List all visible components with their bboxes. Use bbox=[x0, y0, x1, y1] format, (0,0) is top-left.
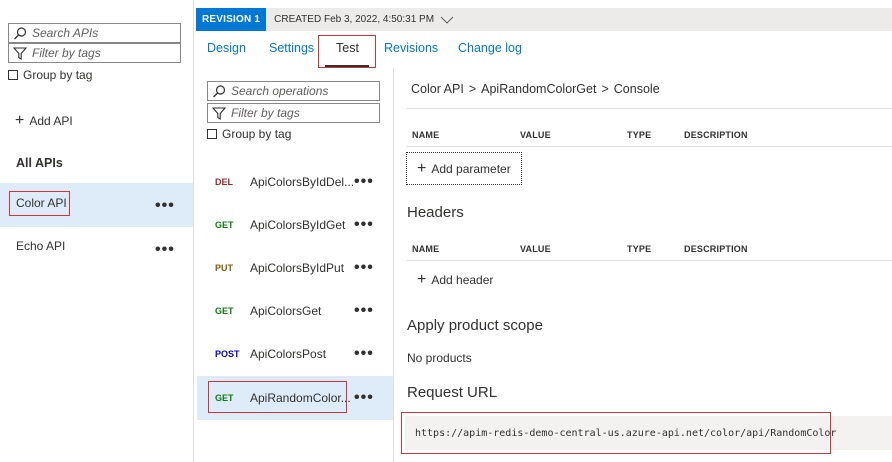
filter-icon bbox=[212, 106, 226, 120]
operation-name: ApiColorsPost bbox=[250, 347, 327, 361]
operation-item[interactable]: POST ApiColorsPost ••• bbox=[197, 332, 393, 376]
revision-created-text: CREATED Feb 3, 2022, 4:50:31 PM bbox=[274, 14, 435, 25]
group-by-tag-label: Group by tag bbox=[23, 68, 93, 82]
divider bbox=[407, 108, 892, 109]
divider bbox=[407, 260, 892, 261]
operation-name: ApiColorsByIdGet bbox=[250, 218, 346, 232]
more-icon[interactable]: ••• bbox=[354, 346, 374, 362]
tab-revisions[interactable]: Revisions bbox=[384, 41, 438, 55]
request-url-title: Request URL bbox=[407, 384, 498, 401]
more-icon[interactable]: ••• bbox=[354, 303, 374, 319]
column-header-value: VALUE bbox=[520, 244, 551, 254]
api-item-label: Color API bbox=[16, 196, 67, 210]
operation-item[interactable]: DEL ApiColorsByIdDel... ••• bbox=[197, 160, 393, 204]
filter-tags-placeholder: Filter by tags bbox=[231, 106, 300, 120]
breadcrumb: Color API > ApiRandomColorGet > Console bbox=[411, 82, 660, 96]
filter-icon bbox=[13, 46, 27, 60]
more-icon[interactable]: ••• bbox=[354, 217, 374, 233]
http-verb-badge: GET bbox=[215, 220, 234, 230]
api-item-label: Echo API bbox=[16, 239, 66, 253]
http-verb-badge: DEL bbox=[215, 177, 233, 187]
search-apis-placeholder: Search APIs bbox=[32, 26, 99, 40]
column-header-type: TYPE bbox=[627, 130, 652, 140]
plus-icon: + bbox=[417, 271, 427, 288]
breadcrumb-separator: > bbox=[468, 82, 477, 96]
tab-settings[interactable]: Settings bbox=[269, 41, 314, 55]
revision-bar[interactable]: REVISION 1 CREATED Feb 3, 2022, 4:50:31 … bbox=[196, 8, 892, 31]
plus-icon: + bbox=[15, 112, 25, 129]
add-parameter-label: Add parameter bbox=[431, 161, 511, 176]
search-apis-input[interactable]: Search APIs bbox=[8, 23, 181, 43]
divider bbox=[407, 146, 892, 147]
more-icon[interactable]: ••• bbox=[155, 198, 175, 214]
add-api-button[interactable]: + Add API bbox=[15, 113, 73, 129]
search-operations-placeholder: Search operations bbox=[231, 84, 329, 98]
operation-name: ApiColorsByIdDel... bbox=[250, 175, 355, 189]
tab-bar: Design Settings Test Revisions Change lo… bbox=[196, 33, 892, 67]
highlight-box bbox=[401, 412, 831, 454]
column-header-value: VALUE bbox=[520, 130, 551, 140]
revision-badge: REVISION 1 bbox=[196, 8, 267, 31]
add-header-label: Add header bbox=[431, 273, 494, 287]
column-header-name: NAME bbox=[412, 244, 440, 254]
api-list-panel: Search APIs Filter by tags Group by tag … bbox=[0, 0, 194, 462]
search-icon bbox=[14, 26, 27, 40]
column-header-name: NAME bbox=[412, 130, 440, 140]
operation-name: ApiColorsByIdPut bbox=[250, 261, 345, 275]
highlight-box bbox=[208, 381, 347, 413]
breadcrumb-separator: > bbox=[601, 82, 609, 96]
chevron-down-icon bbox=[440, 16, 454, 24]
operation-item[interactable]: GET ApiColorsByIdGet ••• bbox=[197, 203, 393, 247]
filter-tags-input[interactable]: Filter by tags bbox=[207, 103, 380, 123]
column-header-description: DESCRIPTION bbox=[684, 244, 748, 254]
http-verb-badge: PUT bbox=[215, 263, 233, 273]
filter-tags-placeholder: Filter by tags bbox=[32, 46, 101, 60]
revision-created[interactable]: CREATED Feb 3, 2022, 4:50:31 PM bbox=[274, 14, 454, 25]
http-verb-badge: GET bbox=[215, 306, 234, 316]
group-by-tag-label: Group by tag bbox=[222, 127, 292, 141]
checkbox-box[interactable] bbox=[207, 129, 217, 139]
tab-change-log[interactable]: Change log bbox=[458, 41, 522, 55]
test-console: Color API > ApiRandomColorGet > Console NAME… bbox=[395, 68, 892, 462]
checkbox-box[interactable] bbox=[8, 70, 18, 80]
breadcrumb-item[interactable]: Color API bbox=[411, 82, 464, 96]
operation-item[interactable]: PUT ApiColorsByIdPut ••• bbox=[197, 246, 393, 290]
more-icon[interactable]: ••• bbox=[354, 174, 374, 190]
operations-panel: Search operations Filter by tags Group b… bbox=[197, 68, 394, 462]
column-header-description: DESCRIPTION bbox=[684, 130, 748, 140]
more-icon[interactable]: ••• bbox=[354, 260, 374, 276]
http-verb-badge: POST bbox=[215, 349, 240, 359]
headers-title: Headers bbox=[407, 204, 464, 221]
operation-name: ApiColorsGet bbox=[250, 304, 322, 318]
plus-icon: + bbox=[417, 159, 427, 177]
no-products-text: No products bbox=[407, 351, 472, 365]
product-scope-title: Apply product scope bbox=[407, 317, 543, 334]
all-apis-heading: All APIs bbox=[16, 156, 63, 170]
group-by-tag-checkbox[interactable]: Group by tag bbox=[207, 127, 291, 141]
operation-item[interactable]: GET ApiColorsGet ••• bbox=[197, 289, 393, 333]
add-api-label: Add API bbox=[29, 114, 73, 128]
column-header-type: TYPE bbox=[627, 244, 652, 254]
add-parameter-button[interactable]: + Add parameter bbox=[406, 152, 522, 185]
search-icon bbox=[213, 84, 226, 98]
tab-design[interactable]: Design bbox=[207, 41, 246, 55]
search-operations-input[interactable]: Search operations bbox=[207, 81, 380, 101]
more-icon[interactable]: ••• bbox=[354, 390, 374, 406]
breadcrumb-item[interactable]: ApiRandomColorGet bbox=[481, 82, 596, 96]
breadcrumb-item: Console bbox=[613, 82, 660, 96]
more-icon[interactable]: ••• bbox=[155, 242, 175, 258]
add-header-button[interactable]: + Add header bbox=[417, 272, 493, 288]
group-by-tag-checkbox[interactable]: Group by tag bbox=[8, 68, 92, 82]
filter-tags-input[interactable]: Filter by tags bbox=[8, 43, 181, 63]
highlight-box bbox=[318, 35, 376, 68]
